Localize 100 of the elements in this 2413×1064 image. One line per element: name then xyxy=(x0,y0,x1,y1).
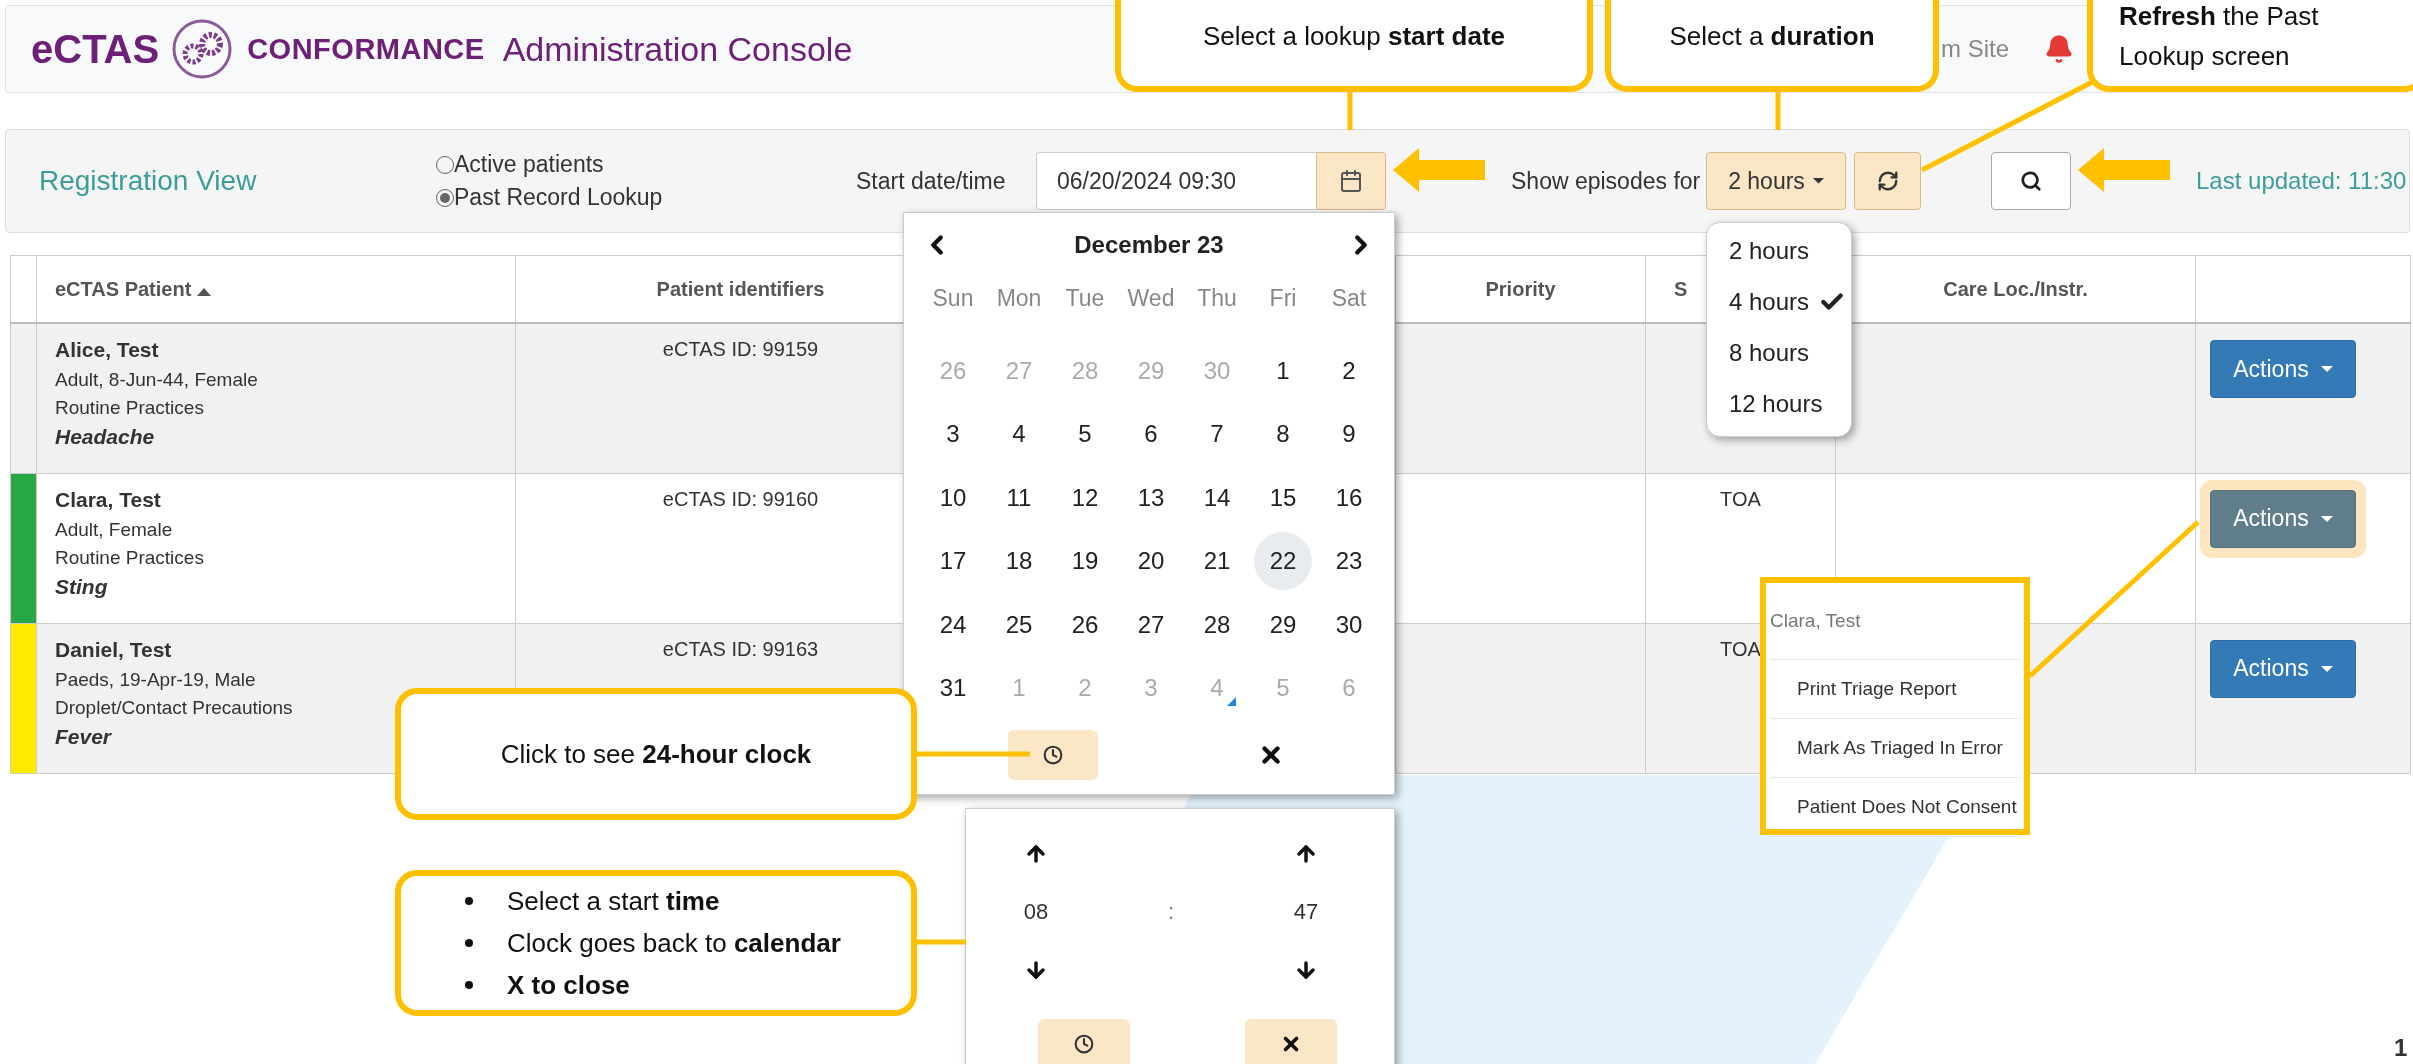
calendar-day[interactable]: 30 xyxy=(1320,595,1378,654)
caret-icon xyxy=(1812,178,1824,184)
callout-text: X to close xyxy=(507,969,630,1002)
patient-name: Alice, Test xyxy=(55,338,160,362)
duration-option[interactable]: 2 hours xyxy=(1707,225,1851,276)
calendar-day[interactable]: 28 xyxy=(1188,595,1246,654)
field-label: Start date/time xyxy=(856,167,1007,195)
increment-hour-icon[interactable] xyxy=(1024,842,1048,866)
menu-item[interactable]: Patient Does Not Consent xyxy=(1770,796,2017,818)
calendar-day[interactable]: 1 xyxy=(1254,341,1312,400)
menu-item[interactable]: Print Triage Report xyxy=(1770,678,1957,700)
month-title: December 23 xyxy=(1074,231,1224,259)
callout-text: Select a duration xyxy=(1669,20,1875,53)
duration-option[interactable]: 12 hours xyxy=(1707,378,1851,429)
calendar-day[interactable]: 13 xyxy=(1122,468,1180,527)
calendar-day[interactable]: 2 xyxy=(1320,341,1378,400)
actions-button[interactable]: Actions xyxy=(2210,639,2356,698)
close-button[interactable] xyxy=(1245,1019,1337,1064)
calendar-day[interactable]: 7 xyxy=(1188,405,1246,464)
calendar-day[interactable]: 16 xyxy=(1320,468,1378,527)
radio-label: Active patients xyxy=(454,151,604,178)
chief-complaint: Fever xyxy=(55,723,113,750)
view-title: Registration View xyxy=(39,165,258,197)
search-button[interactable] xyxy=(1991,152,2071,210)
refresh-button[interactable] xyxy=(1854,152,1921,210)
weekday-label: Thu xyxy=(1196,283,1238,313)
menu-item[interactable]: Mark As Triaged In Error xyxy=(1770,737,2003,759)
calendar-day[interactable]: 6 xyxy=(1122,405,1180,464)
minute-value[interactable]: 47 xyxy=(1293,899,1319,925)
clock-button[interactable] xyxy=(1038,1019,1130,1064)
calendar-button[interactable] xyxy=(1316,152,1386,210)
calendar-day[interactable]: 14 xyxy=(1188,468,1246,527)
patient-name: Daniel, Test xyxy=(55,637,173,662)
duration-dropdown[interactable]: 2 hours xyxy=(1706,152,1846,210)
calendar-day[interactable]: 31 xyxy=(924,659,982,718)
time-separator: : xyxy=(1167,899,1175,925)
calendar-day[interactable]: 3 xyxy=(924,405,982,464)
calendar-day[interactable]: 21 xyxy=(1188,532,1246,591)
clock-icon xyxy=(1074,1034,1094,1054)
calendar-day[interactable]: 24 xyxy=(924,595,982,654)
decrement-minute-icon[interactable] xyxy=(1294,958,1318,982)
calendar-day[interactable]: 18 xyxy=(990,532,1048,591)
clock-icon xyxy=(1043,745,1063,765)
field-label: Show episodes for xyxy=(1511,167,1702,195)
calendar-day[interactable]: 9 xyxy=(1320,405,1378,464)
caret-icon xyxy=(2320,665,2333,672)
calendar-day[interactable]: 25 xyxy=(990,595,1048,654)
column-header[interactable]: Patient identifiers xyxy=(656,277,825,300)
calendar-day[interactable]: 23 xyxy=(1320,532,1378,591)
calendar-day[interactable]: 8 xyxy=(1254,405,1312,464)
caret-icon xyxy=(2320,366,2333,372)
callout-text: Select a start time xyxy=(507,885,720,918)
calendar-day[interactable]: 12 xyxy=(1056,468,1114,527)
sort-ascending-icon xyxy=(196,287,211,296)
calendar-day[interactable]: 20 xyxy=(1122,532,1180,591)
clock-button[interactable] xyxy=(1008,730,1098,780)
calendar-day[interactable]: 22 xyxy=(1254,532,1312,591)
increment-minute-icon[interactable] xyxy=(1294,842,1318,866)
weekday-label: Sun xyxy=(931,283,975,313)
patient-detail: Adult, 8-Jun-44, Female xyxy=(55,368,259,392)
column-header[interactable]: Priority xyxy=(1485,277,1556,300)
brand-logo: eCTAS xyxy=(31,26,160,72)
page-number: 1 xyxy=(2394,1034,2408,1062)
duration-option[interactable]: 4 hours xyxy=(1707,276,1851,327)
patient-detail: Paeds, 19-Apr-19, Male xyxy=(55,667,257,692)
decrement-hour-icon[interactable] xyxy=(1024,958,1048,982)
status-text: TOA xyxy=(1720,487,1761,510)
calendar-day[interactable]: 17 xyxy=(924,532,982,591)
bullet-icon xyxy=(465,939,473,947)
column-header[interactable]: eCTAS Patient xyxy=(55,277,211,300)
bell-icon[interactable] xyxy=(2044,34,2074,64)
hour-value[interactable]: 08 xyxy=(1023,899,1049,925)
duration-option[interactable]: 8 hours xyxy=(1707,327,1851,378)
date-field[interactable]: 06/20/2024 09:30 xyxy=(1036,152,1316,210)
weekday-label: Fri xyxy=(1268,283,1298,313)
calendar-day[interactable]: 26 xyxy=(1056,595,1114,654)
calendar-day[interactable]: 5 xyxy=(1056,405,1114,464)
bullet-icon xyxy=(465,897,473,905)
calendar-day[interactable]: 29 xyxy=(1254,595,1312,654)
patient-identifier: eCTAS ID: 99163 xyxy=(662,637,819,660)
calendar-day[interactable]: 10 xyxy=(924,468,982,527)
app-title: Administration Console xyxy=(502,29,853,69)
status-text: TOA xyxy=(1720,637,1761,660)
chief-complaint: Sting xyxy=(55,573,109,600)
patient-detail: Routine Practices xyxy=(55,545,205,570)
site-name: m Site xyxy=(1941,35,2009,63)
callout-text: Refresh the Past Lookup screen xyxy=(2119,0,2320,73)
calendar-day[interactable]: 19 xyxy=(1056,532,1114,591)
column-header[interactable]: Care Loc./Instr. xyxy=(1943,277,2088,300)
calendar-day[interactable]: 11 xyxy=(990,468,1048,527)
calendar-day[interactable]: 27 xyxy=(1122,595,1180,654)
column-header[interactable]: S xyxy=(1674,277,1688,300)
callout-text: Click to see 24-hour clock xyxy=(500,738,812,771)
patient-detail: Droplet/Contact Precautions xyxy=(55,695,294,720)
calendar-day[interactable]: 4 xyxy=(990,405,1048,464)
calendar-icon xyxy=(1339,169,1363,193)
actions-button[interactable]: Actions xyxy=(2210,340,2356,398)
bullet-icon xyxy=(465,981,473,989)
calendar-day[interactable]: 15 xyxy=(1254,468,1312,527)
weekday-label: Sat xyxy=(1330,283,1368,313)
